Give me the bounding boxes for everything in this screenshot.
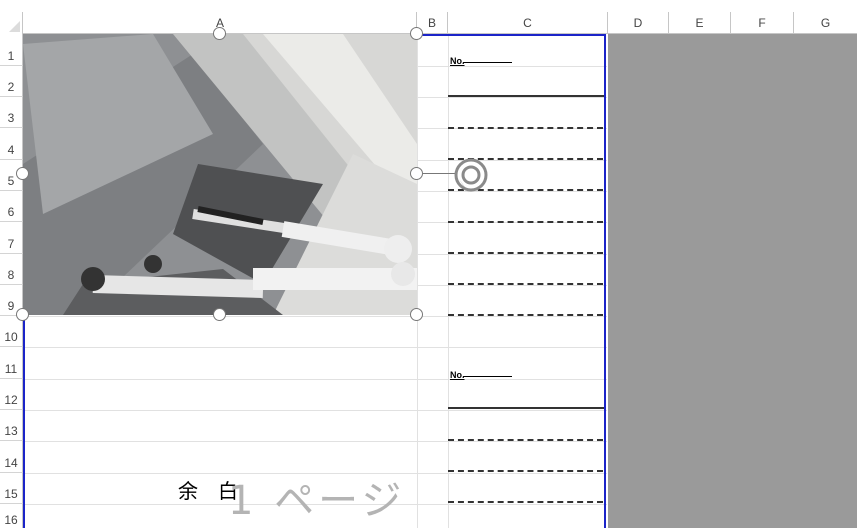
gridline	[448, 34, 449, 528]
number-label: No.	[450, 370, 465, 380]
row-header-2[interactable]: 2	[0, 66, 23, 97]
number-label: No.	[450, 56, 465, 66]
row-header-15[interactable]: 15	[0, 473, 23, 504]
select-all-corner[interactable]	[0, 12, 23, 34]
resize-handle-bottom[interactable]	[213, 308, 226, 321]
dotted-rule	[448, 283, 603, 285]
row-header-1[interactable]: 1	[0, 34, 23, 66]
dotted-rule	[448, 127, 603, 129]
dotted-rule	[448, 439, 603, 441]
column-header-c[interactable]: C	[448, 12, 608, 34]
dotted-rule	[448, 221, 603, 223]
gridline	[23, 316, 607, 317]
gridline	[23, 379, 607, 380]
dotted-rule	[448, 501, 603, 503]
row-header-13[interactable]: 13	[0, 410, 23, 441]
row-header-12[interactable]: 12	[0, 379, 23, 410]
gridline	[23, 410, 607, 411]
row-header-3[interactable]: 3	[0, 97, 23, 128]
row-header-7[interactable]: 7	[0, 222, 23, 254]
page-break-top	[417, 34, 606, 36]
title-rule	[448, 95, 604, 97]
title-rule	[448, 407, 604, 409]
row-header-4[interactable]: 4	[0, 128, 23, 160]
gridline	[417, 34, 418, 528]
select-all-triangle-icon	[9, 21, 20, 32]
gridline	[23, 441, 607, 442]
row-header-11[interactable]: 11	[0, 347, 23, 379]
dotted-rule	[448, 314, 603, 316]
resize-handle-left[interactable]	[16, 167, 29, 180]
column-header-g[interactable]: G	[794, 12, 857, 34]
page-break-right	[604, 34, 606, 528]
page-number-watermark: 1 ページ	[228, 478, 406, 524]
resize-handle-right[interactable]	[410, 167, 423, 180]
dotted-rule	[448, 252, 603, 254]
column-header-e[interactable]: E	[669, 12, 731, 34]
column-header-d[interactable]: D	[608, 12, 669, 34]
resize-handle-top[interactable]	[213, 27, 226, 40]
row-header-6[interactable]: 6	[0, 191, 23, 222]
resize-handle-top-right[interactable]	[410, 27, 423, 40]
column-header-f[interactable]: F	[731, 12, 794, 34]
number-underline	[463, 62, 512, 63]
resize-handle-bottom-right[interactable]	[410, 308, 423, 321]
rotate-icon[interactable]	[453, 157, 489, 193]
dotted-rule	[448, 470, 603, 472]
row-header-8[interactable]: 8	[0, 254, 23, 285]
gridline	[23, 347, 607, 348]
construction-photo[interactable]	[23, 34, 417, 315]
rotate-handle-connector	[423, 173, 455, 174]
rooftop-worker-image	[23, 34, 417, 315]
number-underline	[463, 376, 512, 377]
resize-handle-bottom-left[interactable]	[16, 308, 29, 321]
row-header-14[interactable]: 14	[0, 441, 23, 473]
outside-print-area[interactable]	[608, 34, 857, 528]
page-break-left	[23, 315, 25, 528]
row-header-16[interactable]: 16	[0, 504, 23, 528]
